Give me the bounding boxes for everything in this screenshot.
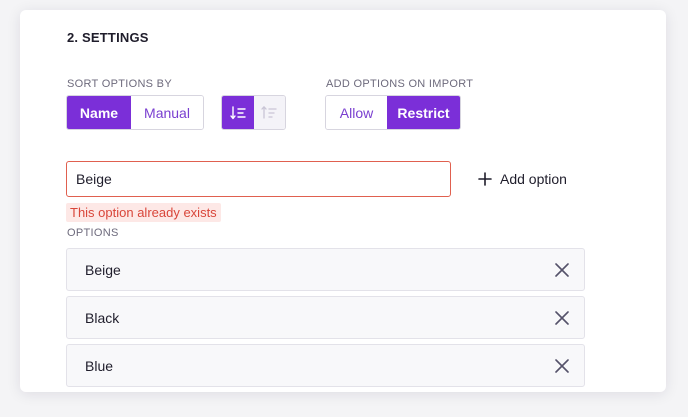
sort-mode-toggle: Name Manual [66, 95, 204, 130]
sort-descending-button[interactable] [253, 96, 285, 129]
option-label: Blue [85, 357, 114, 374]
list-item: Beige [66, 248, 585, 291]
remove-option-button[interactable] [553, 357, 571, 375]
sort-by-name-button[interactable]: Name [67, 96, 131, 129]
sort-options-label: SORT OPTIONS BY [67, 78, 172, 90]
add-option-label: Add option [500, 171, 567, 187]
duplicate-error-message: This option already exists [66, 203, 221, 222]
sort-ascending-icon [230, 105, 246, 119]
section-title: 2. SETTINGS [67, 30, 149, 45]
close-icon [555, 310, 569, 325]
sort-descending-icon [261, 105, 277, 119]
list-item: Black [66, 296, 585, 339]
options-label: OPTIONS [67, 227, 119, 239]
list-item: Blue [66, 344, 585, 387]
remove-option-button[interactable] [553, 309, 571, 327]
import-restrict-button[interactable]: Restrict [387, 96, 460, 129]
plus-icon [478, 172, 492, 186]
import-mode-toggle: Allow Restrict [325, 95, 461, 130]
remove-option-button[interactable] [553, 261, 571, 279]
option-label: Black [85, 309, 120, 326]
close-icon [555, 358, 569, 373]
options-list: Beige Black Blue [66, 248, 585, 392]
sort-ascending-button[interactable] [222, 96, 254, 129]
close-icon [555, 262, 569, 277]
sort-order-toggle [221, 95, 286, 130]
import-options-label: ADD OPTIONS ON IMPORT [326, 78, 474, 90]
new-option-input[interactable] [67, 162, 450, 196]
option-label: Beige [85, 261, 121, 278]
add-option-button[interactable]: Add option [478, 167, 567, 191]
sort-manual-button[interactable]: Manual [131, 96, 203, 129]
new-option-field [66, 161, 451, 197]
import-allow-button[interactable]: Allow [326, 96, 387, 129]
